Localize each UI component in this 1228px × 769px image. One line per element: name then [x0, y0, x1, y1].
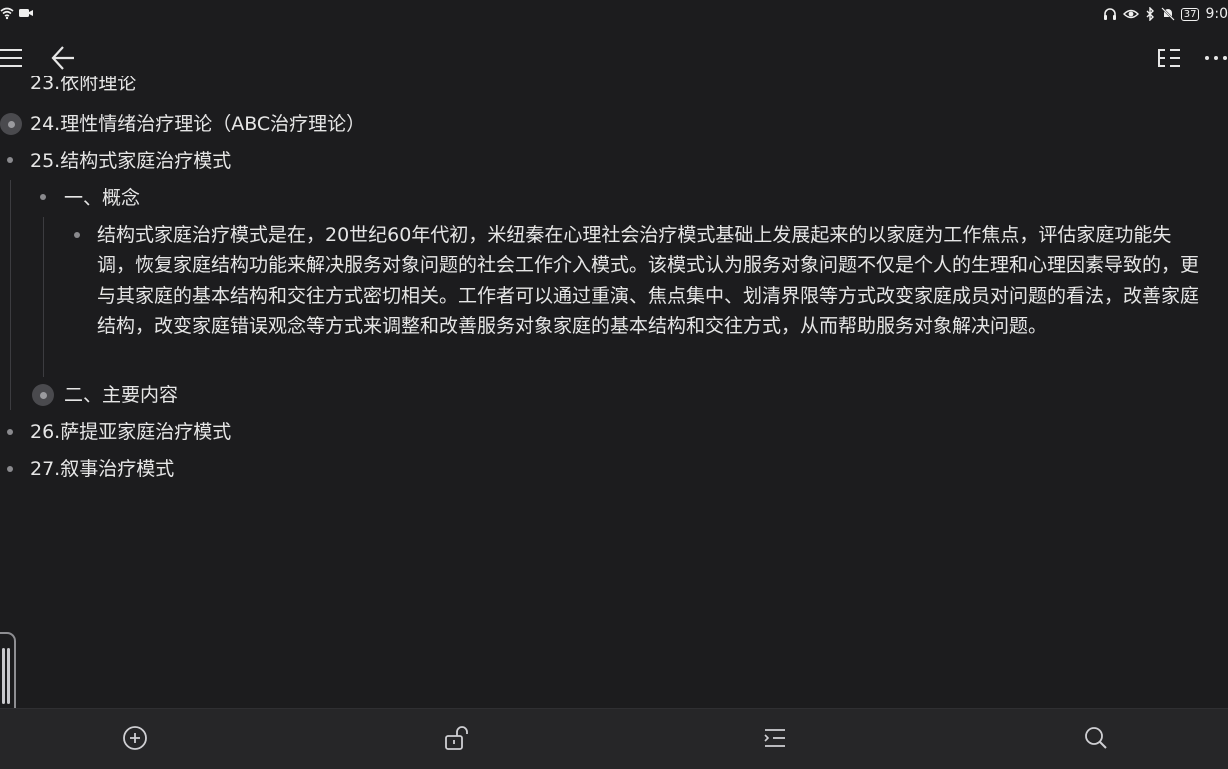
- scroll-handle-grip: [2, 648, 5, 704]
- bluetooth-icon: [1146, 7, 1154, 21]
- headphones-icon: [1103, 8, 1116, 20]
- search-icon[interactable]: [1083, 725, 1109, 751]
- list-sort-icon[interactable]: [762, 725, 788, 751]
- more-icon[interactable]: [1204, 44, 1228, 72]
- status-bar: 37 9:0: [0, 0, 1228, 32]
- outline-item-27[interactable]: 27.叙事治疗模式: [30, 454, 174, 484]
- indent-guide: [10, 180, 11, 410]
- outline-item-label: 一、概念: [64, 187, 141, 209]
- back-arrow-icon[interactable]: [50, 44, 76, 72]
- scroll-handle[interactable]: [0, 632, 16, 720]
- outline-item-label: 25.结构式家庭治疗模式: [30, 150, 232, 172]
- collapsed-bullet[interactable]: [32, 384, 54, 406]
- collapsed-bullet[interactable]: [0, 113, 22, 135]
- outline-content: 23.依附理论 24.理性情绪治疗理论（ABC治疗理论） 25.结构式家庭治疗模…: [0, 72, 1228, 672]
- bullet[interactable]: [7, 466, 13, 472]
- outline-item-label: 26.萨提亚家庭治疗模式: [30, 421, 232, 443]
- outline-item-label: 27.叙事治疗模式: [30, 458, 175, 480]
- wifi-icon: [0, 7, 14, 20]
- outline-item-clipped[interactable]: 23.依附理论: [30, 76, 136, 96]
- bell-muted-icon: [1161, 7, 1175, 21]
- outline-collapse-icon[interactable]: [1155, 44, 1183, 72]
- status-right: 37 9:0: [1103, 6, 1228, 22]
- video-record-icon: [19, 9, 33, 17]
- outline-item-label: 二、主要内容: [64, 384, 179, 406]
- bullet[interactable]: [7, 429, 13, 435]
- outline-item-24[interactable]: 24.理性情绪治疗理论（ABC治疗理论）: [30, 109, 365, 139]
- outline-item-paragraph[interactable]: 结构式家庭治疗模式是在，20世纪60年代初，米纽秦在心理社会治疗模式基础上发展起…: [97, 220, 1205, 342]
- outline-item-label: 24.理性情绪治疗理论（ABC治疗理论）: [30, 113, 366, 135]
- add-circle-icon[interactable]: [122, 725, 148, 751]
- outline-item-25[interactable]: 25.结构式家庭治疗模式: [30, 146, 231, 176]
- bullet[interactable]: [40, 194, 46, 200]
- scroll-handle-grip: [7, 648, 10, 704]
- bullet[interactable]: [74, 232, 80, 238]
- menu-icon[interactable]: [0, 44, 24, 72]
- clock: 9:0: [1205, 6, 1228, 22]
- outline-item-label: 23.依附理论: [30, 76, 137, 94]
- bullet[interactable]: [7, 157, 13, 163]
- outline-item-main-content[interactable]: 二、主要内容: [64, 380, 178, 410]
- unlock-icon[interactable]: [443, 725, 469, 751]
- indent-guide: [43, 217, 44, 377]
- outline-item-concept[interactable]: 一、概念: [64, 183, 140, 213]
- bottom-toolbar: [0, 708, 1228, 769]
- outline-item-26[interactable]: 26.萨提亚家庭治疗模式: [30, 417, 231, 447]
- battery-level: 37: [1180, 7, 1200, 21]
- eye-icon: [1122, 9, 1139, 19]
- status-left: [0, 6, 34, 20]
